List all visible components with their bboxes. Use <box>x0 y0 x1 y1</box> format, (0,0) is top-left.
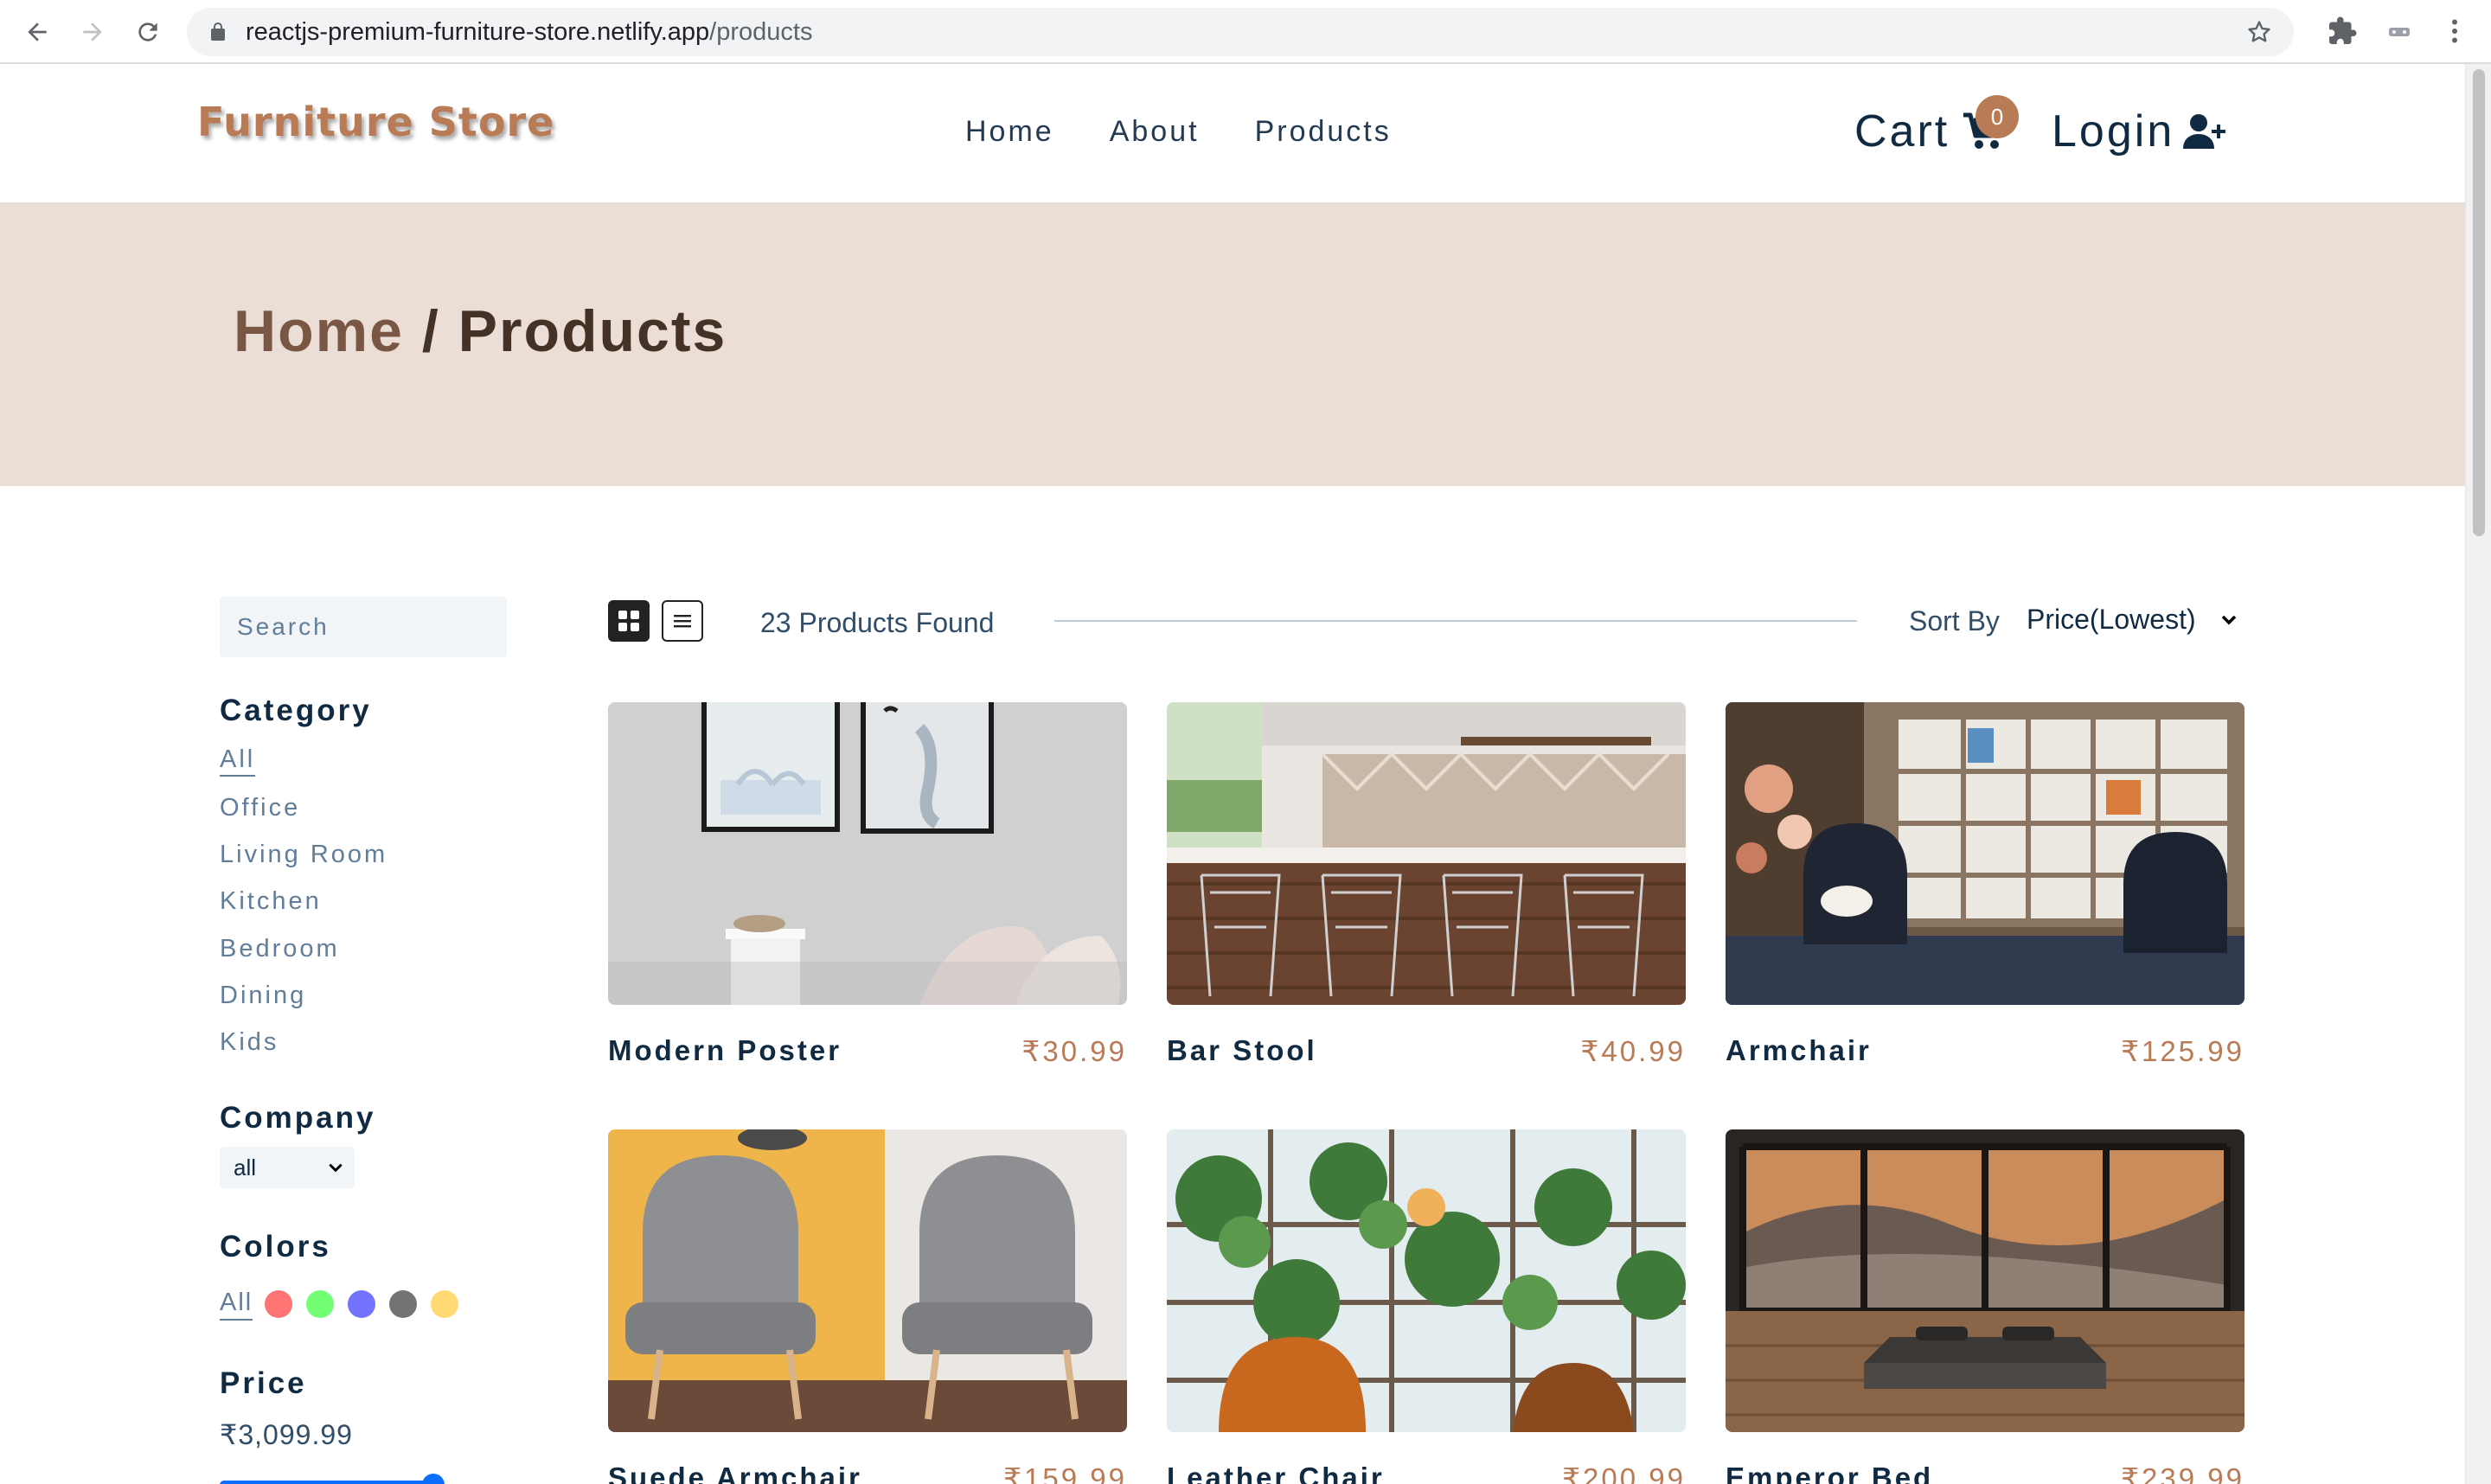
arrow-left-icon <box>28 22 47 42</box>
company-select[interactable]: all <box>220 1147 355 1188</box>
category-bedroom[interactable]: Bedroom <box>220 935 340 963</box>
products-toolbar: 23 Products Found Sort By Price(Lowest) <box>608 597 2243 650</box>
nav-link-about[interactable]: About <box>1110 116 1200 147</box>
category-living-room[interactable]: Living Room <box>220 841 387 868</box>
product-photo-poster <box>608 702 1127 1005</box>
chevron-down-icon <box>2221 615 2236 624</box>
colors-title: Colors <box>220 1230 331 1263</box>
product-photo-emperor-bed <box>1726 1129 2244 1432</box>
product-photo-suede-armchair <box>608 1129 1127 1432</box>
profile-icon[interactable] <box>2384 19 2415 45</box>
product-price: ₹30.99 <box>1021 1035 1127 1067</box>
category-all[interactable]: All <box>220 745 256 777</box>
color-swatch-blue[interactable] <box>348 1290 376 1318</box>
color-all-button[interactable]: All <box>220 1289 253 1321</box>
cart-count-badge: 0 <box>1976 95 2019 138</box>
list-view-button[interactable] <box>662 600 703 642</box>
product-photo-leather-chair <box>1167 1129 1686 1432</box>
category-kitchen[interactable]: Kitchen <box>220 887 322 915</box>
breadcrumb: Home / Products <box>234 297 727 365</box>
product-price: ₹159.99 <box>1003 1462 1127 1484</box>
breadcrumb-home-link[interactable]: Home <box>234 298 404 364</box>
cart-label: Cart <box>1854 106 1950 157</box>
login-button[interactable]: Login <box>2052 104 2228 159</box>
product-price: ₹125.99 <box>2121 1035 2244 1067</box>
chevron-down-icon <box>329 1163 343 1173</box>
forward-button[interactable] <box>73 12 112 52</box>
toolbar-divider <box>1054 620 1857 622</box>
price-range-slider[interactable] <box>220 1470 445 1484</box>
product-price: ₹40.99 <box>1580 1035 1686 1067</box>
color-swatch-red[interactable] <box>265 1290 293 1318</box>
login-label: Login <box>2052 106 2175 157</box>
scrollbar-thumb[interactable] <box>2473 69 2485 536</box>
grid-view-button[interactable] <box>608 600 650 642</box>
color-filter-row: All <box>220 1287 472 1321</box>
sort-selected-value: Price(Lowest) <box>2027 604 2196 635</box>
puzzle-icon[interactable] <box>2327 16 2358 47</box>
browser-toolbar: reactjs-premium-furniture-store.netlify.… <box>0 0 2491 64</box>
category-title: Category <box>220 694 372 727</box>
product-name: Emperor Bed <box>1726 1462 1934 1484</box>
site-header: Furniture Store Home About Products Cart… <box>0 64 2465 202</box>
product-price: ₹200.99 <box>1562 1462 1686 1484</box>
breadcrumb-current: Products <box>458 298 727 364</box>
back-button[interactable] <box>17 12 57 52</box>
page-hero: Home / Products <box>0 202 2465 486</box>
product-photo-bar-stool <box>1167 702 1686 1005</box>
price-value: ₹3,099.99 <box>220 1419 353 1450</box>
arrow-right-icon <box>83 22 102 42</box>
company-selected-value: all <box>234 1155 257 1180</box>
star-icon[interactable] <box>2245 18 2273 46</box>
category-dining[interactable]: Dining <box>220 982 306 1009</box>
nav-link-products[interactable]: Products <box>1255 116 1392 147</box>
product-image[interactable] <box>1726 702 2244 1005</box>
company-title: Company <box>220 1101 376 1135</box>
product-image[interactable] <box>608 1129 1127 1432</box>
product-name: Modern Poster <box>608 1034 842 1066</box>
search-input[interactable] <box>220 597 507 657</box>
list-view-icon <box>674 615 691 628</box>
product-price: ₹239.99 <box>2121 1462 2244 1484</box>
sort-select[interactable]: Price(Lowest) <box>2027 604 2239 636</box>
nav-link-home[interactable]: Home <box>965 116 1054 147</box>
product-name: Armchair <box>1726 1034 1872 1066</box>
product-image[interactable] <box>1167 702 1686 1005</box>
product-image[interactable] <box>1726 1129 2244 1432</box>
product-name: Leather Chair <box>1167 1462 1385 1484</box>
color-swatch-green[interactable] <box>306 1290 335 1318</box>
price-slider-track <box>220 1481 445 1484</box>
category-office[interactable]: Office <box>220 794 300 822</box>
color-swatch-yellow[interactable] <box>431 1290 459 1318</box>
reload-button[interactable] <box>128 12 168 52</box>
page-scrollbar[interactable] <box>2465 64 2491 1484</box>
url-host: reactjs-premium-furniture-store.netlify.… <box>246 18 710 46</box>
product-image[interactable] <box>608 702 1127 1005</box>
category-kids[interactable]: Kids <box>220 1028 279 1056</box>
url-path: /products <box>709 18 813 46</box>
product-name: Suede Armchair <box>608 1462 862 1484</box>
main-nav: Home About Products <box>965 116 1392 147</box>
product-photo-armchair <box>1726 702 2244 1005</box>
breadcrumb-separator: / <box>403 298 458 364</box>
address-bar[interactable]: reactjs-premium-furniture-store.netlify.… <box>187 8 2294 56</box>
products-found-count: 23 Products Found <box>760 607 995 638</box>
product-image[interactable] <box>1167 1129 1686 1432</box>
price-slider-thumb[interactable] <box>422 1474 445 1484</box>
user-plus-icon <box>2183 114 2226 149</box>
price-title: Price <box>220 1366 307 1400</box>
product-name: Bar Stool <box>1167 1034 1317 1066</box>
cart-button[interactable]: Cart 0 <box>1854 95 2019 159</box>
url-text: reactjs-premium-furniture-store.netlify.… <box>246 19 812 45</box>
grid-view-icon <box>618 611 639 631</box>
reload-icon <box>138 22 157 42</box>
kebab-menu-icon[interactable] <box>2439 16 2470 47</box>
sort-label: Sort By <box>1909 605 2000 636</box>
color-swatch-black[interactable] <box>389 1290 418 1318</box>
lock-icon <box>211 22 225 41</box>
site-logo[interactable]: Furniture Store <box>197 99 554 145</box>
